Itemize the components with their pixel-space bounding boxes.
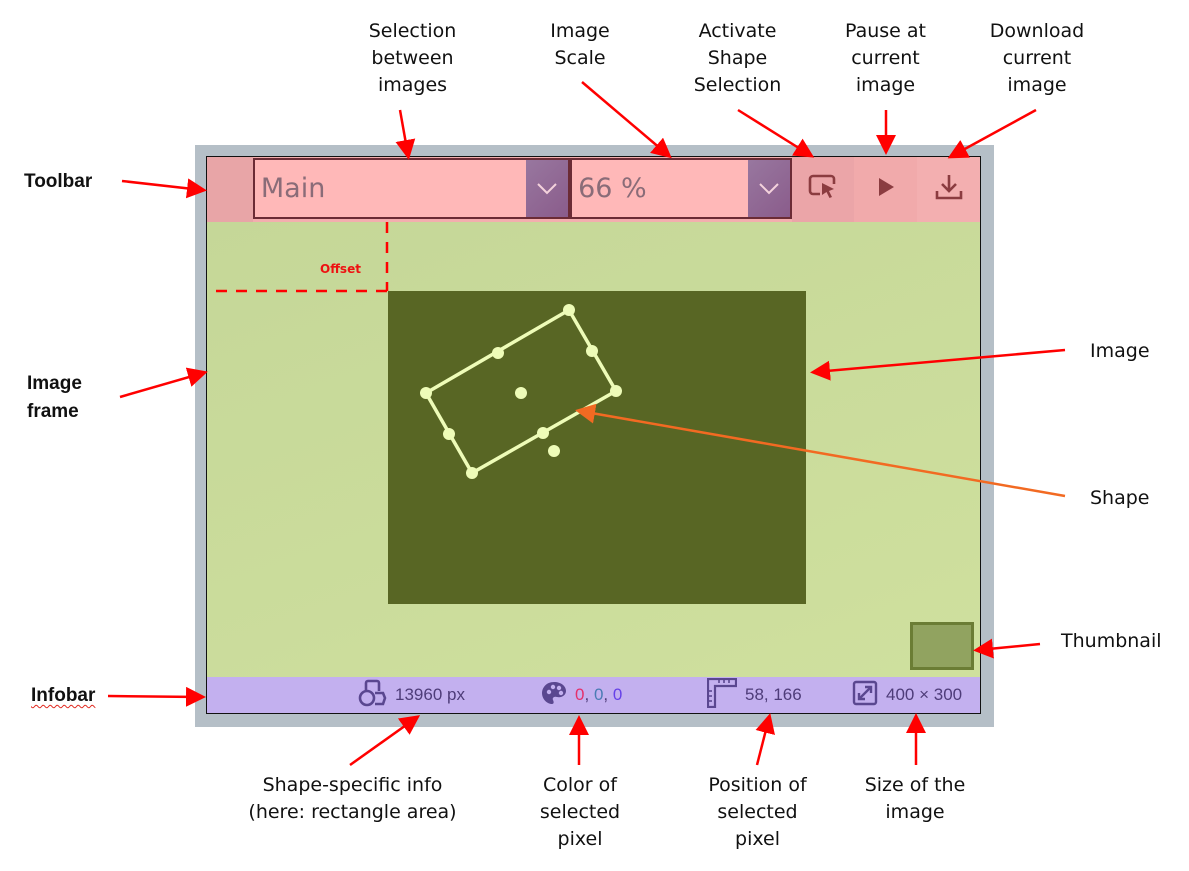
shape-center-handle[interactable] — [515, 387, 527, 399]
image-select-dropdown[interactable]: Main — [252, 158, 571, 219]
chevron-down-icon[interactable] — [526, 160, 569, 217]
label-toolbar: Toolbar — [24, 171, 93, 192]
callout-pause-current-image: Pause at current image — [844, 20, 926, 96]
callout-shape-info: Shape-specific info (here: rectangle are… — [248, 774, 457, 823]
shape-edge-handle[interactable] — [443, 428, 455, 440]
callout-pixel-position: Position of selected pixel — [708, 774, 807, 850]
image-select-value: Main — [260, 173, 326, 204]
scale-select-dropdown[interactable]: 66 % — [570, 158, 792, 219]
callout-image-scale: Image Scale — [550, 20, 610, 69]
image-frame[interactable] — [207, 222, 980, 677]
pixel-color-g: 0 — [593, 685, 604, 704]
shape-corner-handle[interactable] — [420, 387, 432, 399]
pixel-position-info: 58, 166 — [706, 677, 802, 713]
image-size-value: 400 × 300 — [886, 685, 963, 704]
download-icon — [934, 173, 964, 206]
shape-layer[interactable] — [388, 291, 806, 604]
scale-select-value: 66 % — [578, 173, 647, 204]
label-thumbnail: Thumbnail — [1061, 630, 1162, 652]
shape-corner-handle[interactable] — [466, 467, 478, 479]
pixel-color-value: 0, 0, 0 — [575, 685, 623, 704]
pause-current-image-button[interactable] — [854, 157, 918, 222]
callout-image-size: Size of the image — [864, 774, 966, 823]
image-size-info: 400 × 300 — [852, 677, 962, 713]
shape-corner-handle[interactable] — [610, 385, 622, 397]
toolbar: Main 66 % — [207, 157, 980, 222]
label-image-frame: Image frame — [27, 373, 82, 422]
image-canvas[interactable] — [388, 291, 806, 604]
activate-shape-selection-button[interactable] — [791, 157, 855, 222]
play-icon — [877, 177, 895, 202]
download-current-image-button[interactable] — [917, 157, 980, 222]
shape-edge-handle[interactable] — [537, 427, 549, 439]
callout-pixel-color: Color of selected pixel — [539, 774, 621, 850]
label-shape: Shape — [1090, 487, 1150, 509]
arrow-toolbar — [121, 178, 207, 199]
shape-edge-handle[interactable] — [492, 347, 504, 359]
pixel-color-b: 0 — [612, 685, 623, 704]
shape-area-value: 13960 px — [395, 685, 465, 704]
label-infobar: Infobar — [31, 685, 96, 706]
callout-selection-between-images: Selection between images — [368, 20, 457, 96]
shape-select-icon — [808, 174, 838, 205]
arrow-image-frame — [119, 367, 208, 399]
thumbnail[interactable] — [910, 622, 974, 670]
palette-icon — [541, 681, 567, 710]
shape-area-info: 13960 px — [357, 677, 465, 713]
label-image: Image — [1090, 340, 1150, 362]
toolbar-handle — [207, 157, 253, 222]
resize-icon — [852, 680, 878, 711]
image-viewer-widget: Main 66 % 13960 px 0, 0, 0 58, 166 400 ×… — [206, 156, 981, 714]
pixel-color-info: 0, 0, 0 — [541, 677, 622, 713]
shape-rotate-handle[interactable] — [548, 445, 560, 457]
infobar: 13960 px 0, 0, 0 58, 166 400 × 300 — [207, 677, 980, 713]
pixel-position-value: 58, 166 — [745, 685, 802, 704]
ruler-icon — [706, 677, 738, 713]
shapes-icon — [357, 679, 387, 712]
chevron-down-icon[interactable] — [747, 160, 790, 217]
shape-edge-handle[interactable] — [586, 345, 598, 357]
callout-download-current-image: Download current image — [989, 20, 1085, 96]
arrow-infobar — [107, 686, 206, 707]
shape-corner-handle[interactable] — [563, 304, 575, 316]
callout-activate-shape-selection: Activate Shape Selection — [693, 20, 782, 96]
